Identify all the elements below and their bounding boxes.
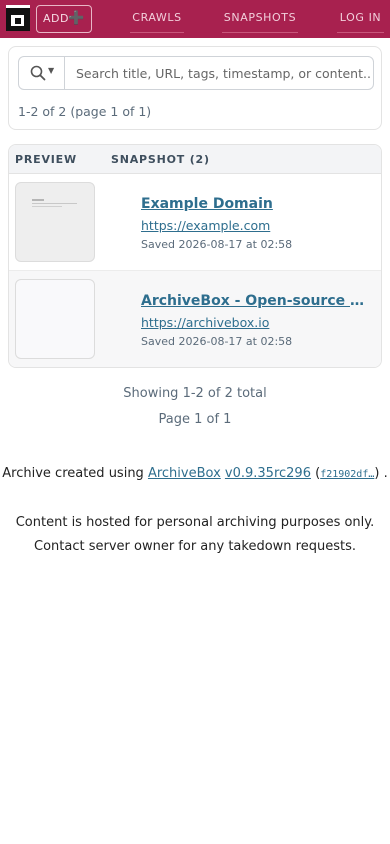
- nav-login-link[interactable]: LOG IN: [337, 9, 384, 33]
- footer-created-text: Archive created using: [2, 466, 144, 481]
- archivebox-logo[interactable]: [6, 5, 30, 31]
- chevron-down-icon: ▼: [48, 66, 55, 75]
- snapshot-title-link[interactable]: Example Domain: [141, 196, 367, 212]
- pagination-page: Page 1 of 1: [158, 412, 232, 427]
- footer-credit: Archive created using ArchiveBox v0.9.35…: [2, 466, 388, 481]
- column-header-preview[interactable]: PREVIEW: [15, 153, 77, 166]
- snapshot-preview-thumbnail[interactable]: [15, 182, 95, 262]
- result-count: 1-2 of 2 (page 1 of 1): [18, 104, 152, 119]
- snapshot-table: PREVIEW SNAPSHOT (2) Example Domain http…: [8, 144, 382, 368]
- pagination-summary: Showing 1-2 of 2 total: [123, 386, 267, 401]
- logo-box-shape: [11, 15, 24, 26]
- footer-notice-line1: Content is hosted for personal archiving…: [15, 515, 375, 530]
- add-button-label: ADD: [43, 12, 69, 25]
- snapshot-saved-time: Saved 2026-08-17 at 02:58: [141, 335, 293, 348]
- plus-icon: ➕: [68, 11, 85, 26]
- nav-snapshots-link[interactable]: SNAPSHOTS: [222, 9, 298, 33]
- snapshot-preview-thumbnail[interactable]: [15, 279, 95, 359]
- footer-notice-line2: Contact server owner for any takedown re…: [34, 539, 356, 554]
- search-icon: [30, 65, 46, 81]
- search-panel: ▼ 1-2 of 2 (page 1 of 1): [8, 46, 382, 130]
- column-header-snapshot[interactable]: SNAPSHOT (2): [111, 153, 210, 166]
- top-nav-bar: ADD ➕ CRAWLS SNAPSHOTS LOG IN: [0, 0, 390, 38]
- add-button[interactable]: ADD ➕: [36, 5, 92, 33]
- table-row[interactable]: ArchiveBox - Open-source self-hosted web…: [9, 271, 381, 367]
- snapshot-url-link[interactable]: https://example.com: [141, 218, 270, 233]
- version-link[interactable]: v0.9.35rc296: [225, 466, 311, 481]
- archivebox-link[interactable]: ArchiveBox: [148, 466, 221, 481]
- search-box: ▼: [18, 56, 374, 90]
- snapshot-saved-time: Saved 2026-08-17 at 02:58: [141, 238, 293, 251]
- search-input[interactable]: [66, 57, 371, 89]
- table-header: PREVIEW SNAPSHOT (2): [9, 145, 381, 174]
- snapshot-title-link[interactable]: ArchiveBox - Open-source self-hosted web…: [141, 293, 367, 309]
- table-row[interactable]: Example Domain https://example.com Saved…: [9, 174, 381, 271]
- search-mode-dropdown[interactable]: ▼: [19, 57, 65, 89]
- nav-crawls-link[interactable]: CRAWLS: [130, 9, 184, 33]
- commit-link[interactable]: f21902df…: [320, 469, 374, 480]
- snapshot-url-link[interactable]: https://archivebox.io: [141, 315, 269, 330]
